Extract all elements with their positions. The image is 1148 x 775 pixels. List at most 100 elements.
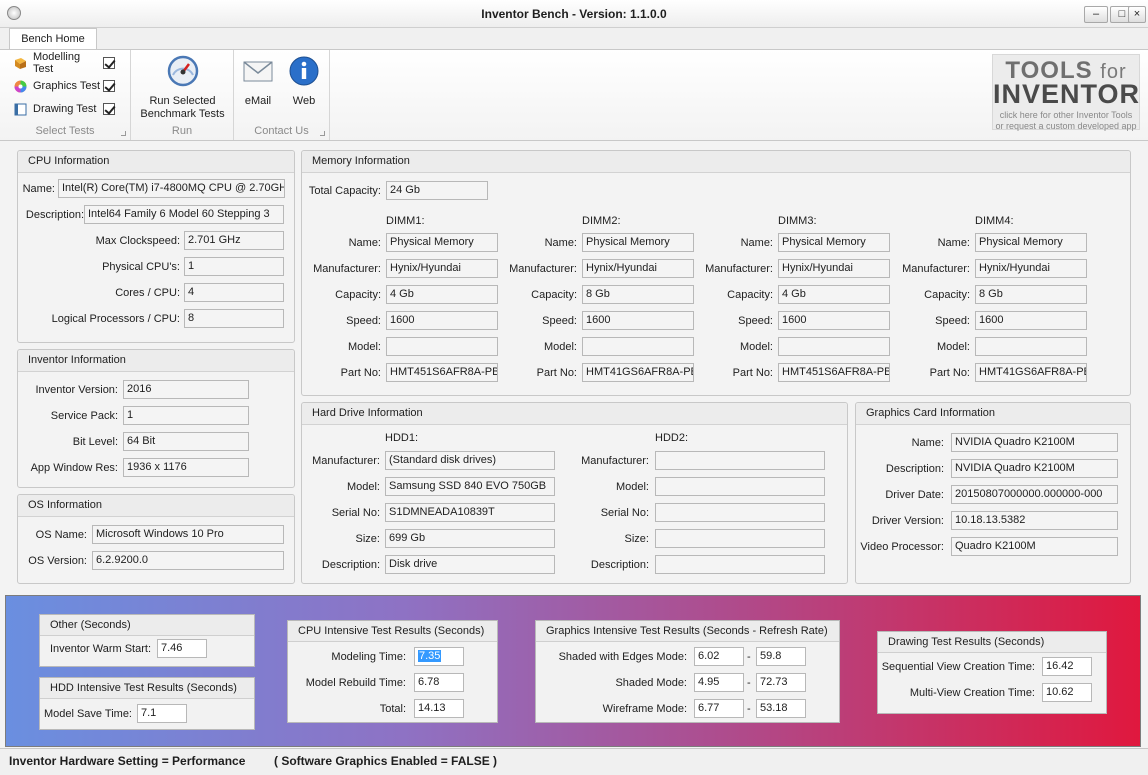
cpu-total-field[interactable]: 14.13 — [414, 699, 464, 718]
close-button[interactable]: × — [1128, 6, 1146, 23]
dimm4-speed-label: Speed: — [935, 315, 970, 327]
dimm4-capacity-field[interactable]: 8 Gb — [975, 285, 1087, 304]
logical-processors-field[interactable]: 8 — [184, 309, 284, 328]
dimm3-model-field[interactable] — [778, 337, 890, 356]
dimm1-capacity-label: Capacity: — [335, 289, 381, 301]
dimm3-name-field[interactable]: Physical Memory — [778, 233, 890, 252]
os-name-field[interactable]: Microsoft Windows 10 Pro — [92, 525, 284, 544]
dimm4-name-label: Name: — [937, 237, 970, 249]
dimm3-name-label: Name: — [740, 237, 773, 249]
dimm3-capacity-field[interactable]: 4 Gb — [778, 285, 890, 304]
dimm1-speed-label: Speed: — [346, 315, 381, 327]
shaded-edges-rate-field[interactable]: 59.8 — [756, 647, 806, 666]
physical-cpus-field[interactable]: 1 — [184, 257, 284, 276]
web-button[interactable]: Web — [286, 55, 322, 108]
window-title: Inventor Bench - Version: 1.1.0.0 — [481, 7, 667, 21]
logo-caption-1: click here for other Inventor Tools — [999, 110, 1133, 120]
dimm1-manufacturer-field[interactable]: Hynix/Hyundai — [386, 259, 498, 278]
hdd2-model-field[interactable] — [655, 477, 825, 496]
multi-view-field[interactable]: 10.62 — [1042, 683, 1092, 702]
graphics-test-option[interactable]: Graphics Test — [14, 77, 115, 95]
dimm1-part-field[interactable]: HMT451S6AFR8A-PB — [386, 363, 498, 382]
hdd2-serial-field[interactable] — [655, 503, 825, 522]
hdd1-model-field[interactable]: Samsung SSD 840 EVO 750GB — [385, 477, 555, 496]
hdd1-manufacturer-field[interactable]: (Standard disk drives) — [385, 451, 555, 470]
other-results-title: Other (Seconds) — [40, 615, 254, 636]
dimm3-speed-field[interactable]: 1600 — [778, 311, 890, 330]
inventor-version-field[interactable]: 2016 — [123, 380, 249, 399]
tools-for-inventor-logo[interactable]: TOOLS for INVENTOR click here for other … — [992, 54, 1141, 131]
cpu-desc-field[interactable]: Intel64 Family 6 Model 60 Stepping 3 — [84, 205, 284, 224]
model-save-field[interactable]: 7.1 — [137, 704, 187, 723]
dimm4-manufacturer-field[interactable]: Hynix/Hyundai — [975, 259, 1087, 278]
modelling-test-option[interactable]: Modelling Test — [14, 51, 115, 75]
dimm1-name-field[interactable]: Physical Memory — [386, 233, 498, 252]
hdd2-manufacturer-field[interactable] — [655, 451, 825, 470]
driver-date-label: Driver Date: — [885, 489, 944, 501]
sequential-view-field[interactable]: 16.42 — [1042, 657, 1092, 676]
graphics-test-label: Graphics Test — [33, 80, 101, 92]
dimm1-model-field[interactable] — [386, 337, 498, 356]
service-pack-field[interactable]: 1 — [123, 406, 249, 425]
dimm1-capacity-field[interactable]: 4 Gb — [386, 285, 498, 304]
dimm4-name-field[interactable]: Physical Memory — [975, 233, 1087, 252]
dimm4-part-field[interactable]: HMT41GS6AFR8A-PB — [975, 363, 1087, 382]
hdd2-size-field[interactable] — [655, 529, 825, 548]
drawing-test-option[interactable]: Drawing Test — [14, 100, 115, 118]
hdd1-serial-field[interactable]: S1DMNEADA10839T — [385, 503, 555, 522]
dialog-launcher-icon[interactable] — [121, 131, 126, 136]
hdd1-description-field[interactable]: Disk drive — [385, 555, 555, 574]
driver-version-field[interactable]: 10.18.13.5382 — [951, 511, 1118, 530]
clockspeed-field[interactable]: 2.701 GHz — [184, 231, 284, 250]
dimm2-name-field[interactable]: Physical Memory — [582, 233, 694, 252]
logo-inventor: INVENTOR — [993, 79, 1141, 109]
email-button[interactable]: eMail — [240, 55, 276, 108]
hdd2-description-field[interactable] — [655, 555, 825, 574]
modeling-time-field[interactable]: 7.35 — [414, 647, 464, 666]
gpu-name-field[interactable]: NVIDIA Quadro K2100M — [951, 433, 1118, 452]
wireframe-rate-field[interactable]: 53.18 — [756, 699, 806, 718]
modelling-test-checkbox[interactable] — [103, 57, 115, 69]
dimm1-speed-field[interactable]: 1600 — [386, 311, 498, 330]
dimm2-manufacturer-field[interactable]: Hynix/Hyundai — [582, 259, 694, 278]
video-processor-field[interactable]: Quadro K2100M — [951, 537, 1118, 556]
warm-start-field[interactable]: 7.46 — [157, 639, 207, 658]
shaded-edges-separator: - — [747, 651, 751, 663]
hdd1-size-field[interactable]: 699 Gb — [385, 529, 555, 548]
dimm2-capacity-field[interactable]: 8 Gb — [582, 285, 694, 304]
gpu-desc-field[interactable]: NVIDIA Quadro K2100M — [951, 459, 1118, 478]
tab-bench-home[interactable]: Bench Home — [9, 28, 97, 50]
dimm2-model-field[interactable] — [582, 337, 694, 356]
dimm3-capacity-label: Capacity: — [727, 289, 773, 301]
gpu-name-label: Name: — [911, 437, 944, 449]
dimm3-manufacturer-field[interactable]: Hynix/Hyundai — [778, 259, 890, 278]
driver-date-field[interactable]: 20150807000000.000000-000 — [951, 485, 1118, 504]
run-benchmark-button[interactable]: Run Selected Benchmark Tests — [135, 55, 230, 121]
dialog-launcher-icon[interactable] — [320, 131, 325, 136]
run-button-line1: Run Selected — [149, 95, 216, 107]
inventor-version-label: Inventor Version: — [35, 384, 118, 396]
dimm4-speed-field[interactable]: 1600 — [975, 311, 1087, 330]
os-version-field[interactable]: 6.2.9200.0 — [92, 551, 284, 570]
bit-level-field[interactable]: 64 Bit — [123, 432, 249, 451]
graphics-test-checkbox[interactable] — [103, 80, 115, 92]
shaded-time-field[interactable]: 4.95 — [694, 673, 744, 692]
minimize-button[interactable]: – — [1084, 6, 1108, 23]
speedometer-icon — [167, 55, 198, 87]
drawing-test-checkbox[interactable] — [103, 103, 115, 115]
dimm2-speed-field[interactable]: 1600 — [582, 311, 694, 330]
total-capacity-field[interactable]: 24 Gb — [386, 181, 488, 200]
cpu-name-field[interactable]: Intel(R) Core(TM) i7-4800MQ CPU @ 2.70GH… — [58, 179, 285, 198]
dimm4-model-field[interactable] — [975, 337, 1087, 356]
wireframe-time-field[interactable]: 6.77 — [694, 699, 744, 718]
dimm3-part-field[interactable]: HMT451S6AFR8A-PB — [778, 363, 890, 382]
os-version-label: OS Version: — [28, 555, 87, 567]
window-res-field[interactable]: 1936 x 1176 — [123, 458, 249, 477]
software-graphics-status: ( Software Graphics Enabled = FALSE ) — [274, 754, 498, 768]
shaded-edges-time-field[interactable]: 6.02 — [694, 647, 744, 666]
dimm2-model-label: Model: — [543, 341, 577, 353]
shaded-rate-field[interactable]: 72.73 — [756, 673, 806, 692]
dimm2-part-field[interactable]: HMT41GS6AFR8A-PB — [582, 363, 694, 382]
rebuild-time-field[interactable]: 6.78 — [414, 673, 464, 692]
cores-field[interactable]: 4 — [184, 283, 284, 302]
